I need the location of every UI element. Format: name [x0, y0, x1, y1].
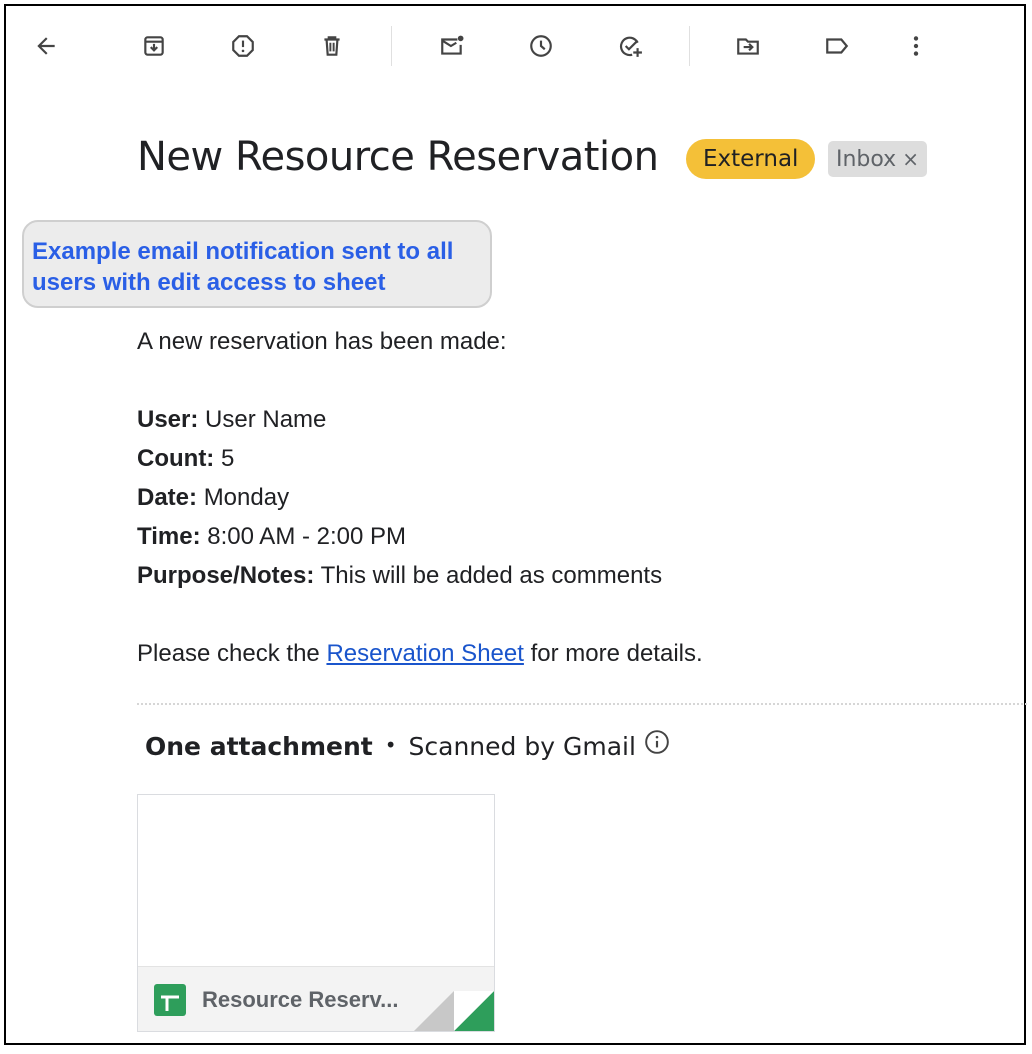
more-options-icon[interactable] [898, 28, 934, 64]
remove-label-icon[interactable]: × [902, 147, 919, 171]
archive-icon[interactable] [136, 28, 172, 64]
email-subject: New Resource Reservation [137, 134, 659, 180]
inbox-label-chip: Inbox × [828, 141, 927, 177]
reservation-sheet-link[interactable]: Reservation Sheet [326, 640, 523, 667]
field-value: 5 [220, 445, 235, 472]
attachment-name: Resource Reserv... [202, 987, 399, 1012]
field-value: This will be added as comments [320, 562, 663, 589]
move-to-icon[interactable] [730, 28, 766, 64]
toolbar [6, 6, 1024, 86]
field-label: Purpose/Notes: [137, 562, 315, 589]
field-purpose: Purpose/Notes: This will be added as com… [137, 562, 662, 590]
report-spam-icon[interactable] [225, 28, 261, 64]
field-date: Date: Monday [137, 484, 289, 512]
mark-unread-icon[interactable] [434, 28, 470, 64]
field-time: Time: 8:00 AM - 2:00 PM [137, 523, 406, 551]
inbox-label-text: Inbox [836, 147, 897, 172]
body-closing: Please check the Reservation Sheet for m… [137, 640, 703, 668]
field-value: 8:00 AM - 2:00 PM [207, 523, 407, 550]
attachment-count: One attachment [145, 732, 373, 761]
field-label: Time: [137, 523, 201, 550]
field-label: Count: [137, 445, 215, 472]
scanned-by-gmail: Scanned by Gmail [408, 732, 636, 761]
body-intro: A new reservation has been made: [137, 328, 507, 355]
closing-prefix: Please check the [137, 640, 320, 667]
external-tag: External [686, 139, 816, 179]
back-arrow-icon[interactable] [28, 28, 64, 64]
add-to-tasks-icon[interactable] [612, 28, 648, 64]
annotation-callout: Example email notification sent to all u… [22, 220, 492, 308]
snooze-icon[interactable] [523, 28, 559, 64]
info-icon[interactable] [644, 729, 670, 761]
attachment-card[interactable]: Resource Reserv... [137, 794, 495, 1032]
divider [137, 703, 1027, 705]
closing-suffix: for more details. [530, 640, 703, 667]
labels-icon[interactable] [819, 28, 855, 64]
separator-dot: • [384, 733, 397, 757]
google-sheets-icon [154, 984, 186, 1016]
field-value: Monday [203, 484, 290, 511]
attachment-corner-fold [414, 991, 494, 1031]
field-count: Count: 5 [137, 445, 234, 473]
field-label: Date: [137, 484, 198, 511]
delete-icon[interactable] [314, 28, 350, 64]
attachments-heading: One attachment • Scanned by Gmail [145, 729, 670, 764]
field-value: User Name [205, 406, 327, 433]
attachment-footer: Resource Reserv... [138, 966, 494, 1031]
field-label: User: [137, 406, 199, 433]
email-view: New Resource Reservation External Inbox ×… [4, 4, 1027, 1045]
field-user: User: User Name [137, 406, 326, 434]
